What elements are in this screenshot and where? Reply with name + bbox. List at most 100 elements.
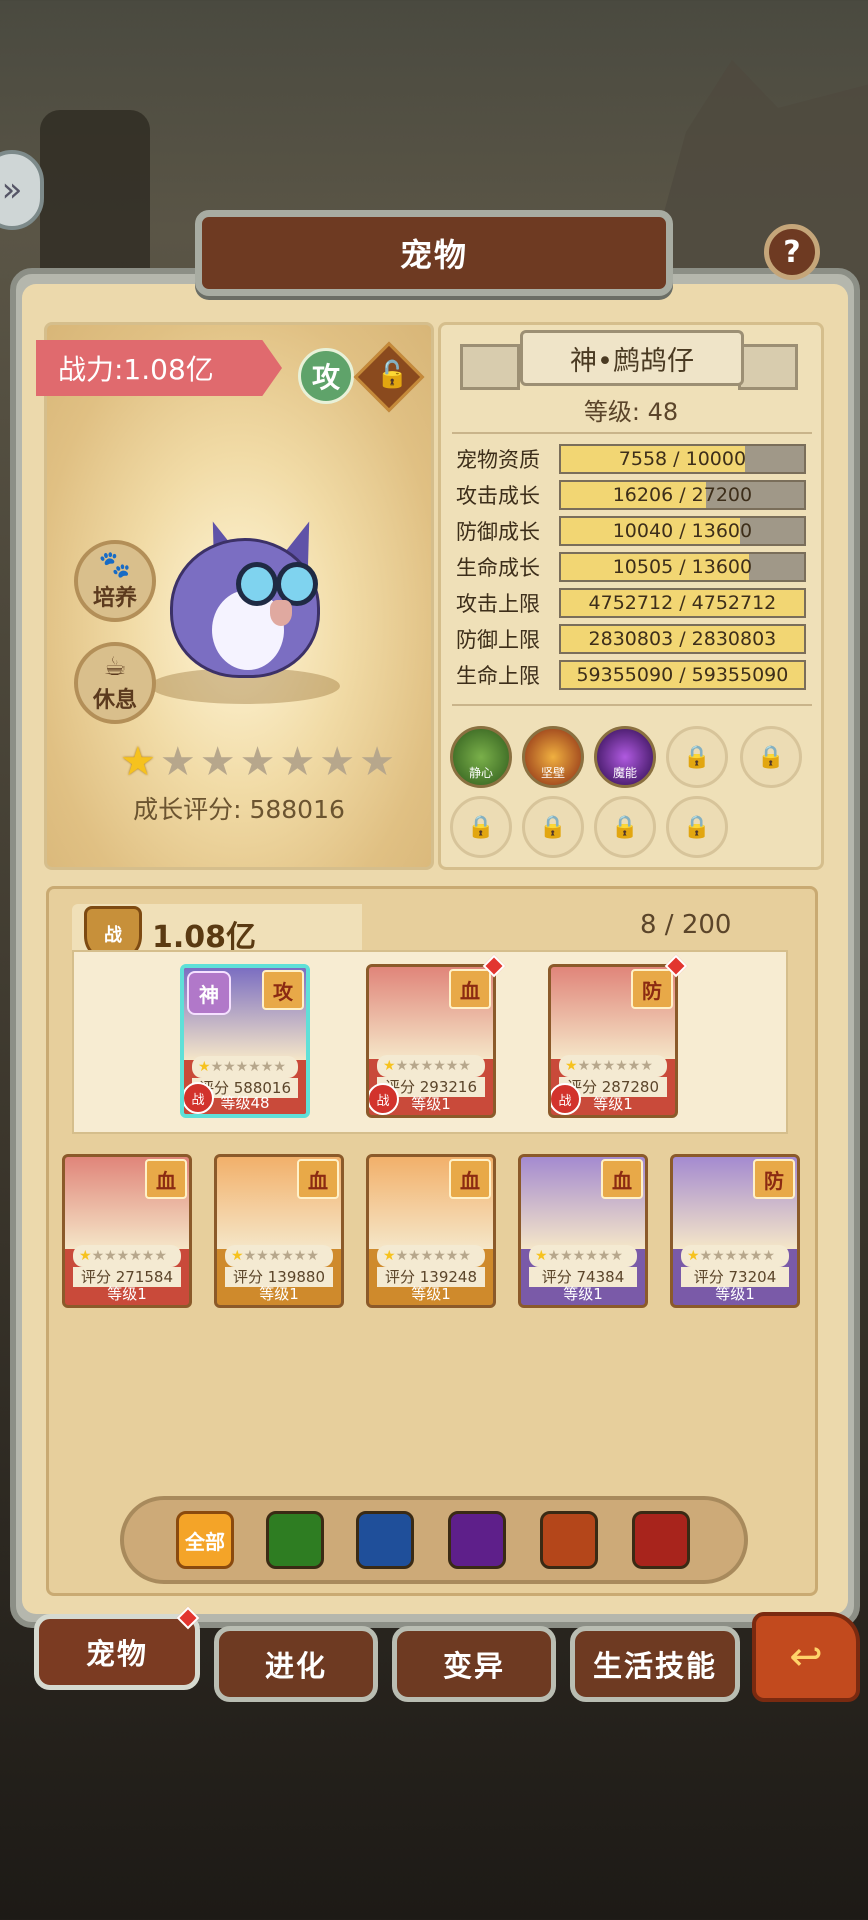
stat-row: 攻击成长 16206 / 27200 (456, 480, 806, 510)
background-mountain (640, 60, 868, 300)
locked-skill-slot[interactable]: 🔒 (740, 726, 802, 788)
pet-card[interactable]: 血 ★★★★★★★ 评分 74384 等级1 (518, 1154, 648, 1308)
stat-bar: 2830803 / 2830803 (558, 624, 806, 654)
locked-skill-slot[interactable]: 🔒 (666, 796, 728, 858)
divider (452, 704, 812, 706)
star-empty-icon: ★ (319, 739, 356, 785)
double-chevron-icon: » (1, 170, 23, 210)
filter-purple-gem[interactable] (448, 1511, 506, 1569)
card-stars: ★★★★★★★ (559, 1055, 667, 1077)
side-expand-button[interactable]: » (0, 150, 44, 230)
skill-icon[interactable]: 坚壁 (522, 726, 584, 788)
locked-skill-slot[interactable]: 🔒 (450, 796, 512, 858)
rest-button[interactable]: ☕ 休息 (74, 642, 156, 724)
back-button[interactable]: ↩ (752, 1612, 860, 1702)
locked-skill-slot[interactable]: 🔒 (594, 796, 656, 858)
stat-label: 防御成长 (456, 520, 540, 544)
stat-label: 宠物资质 (456, 448, 540, 472)
stat-bar: 59355090 / 59355090 (558, 660, 806, 690)
card-level: 等级1 (259, 1285, 299, 1303)
stat-bar: 16206 / 27200 (558, 480, 806, 510)
rest-label: 休息 (92, 688, 137, 713)
card-stars: ★★★★★★★ (681, 1245, 789, 1267)
pet-element-badge: 防 (753, 1159, 795, 1199)
pet-count: 8 / 200 (640, 910, 732, 940)
filter-red-gem[interactable] (632, 1511, 690, 1569)
lock-icon: 🔒 (611, 814, 639, 840)
skill-label: 魔能 (612, 766, 637, 780)
filter-all-button[interactable]: 全部 (176, 1511, 234, 1569)
skill-label: 静心 (468, 766, 493, 780)
pet-rank-badge: 神 (187, 971, 231, 1015)
stat-row: 防御上限 2830803 / 2830803 (456, 624, 806, 654)
star-empty-icon: ★ (359, 739, 396, 785)
stat-bar: 7558 / 10000 (558, 444, 806, 474)
tab-pet[interactable]: 宠物 (34, 1614, 200, 1690)
card-level: 等级1 (411, 1285, 451, 1303)
pet-element-badge: 血 (449, 969, 491, 1009)
stat-row: 防御成长 10040 / 13600 (456, 516, 806, 546)
stat-row: 生命成长 10505 / 13600 (456, 552, 806, 582)
stat-value: 16206 / 27200 (612, 484, 753, 506)
train-label: 培养 (92, 586, 137, 611)
stat-bar: 10505 / 13600 (558, 552, 806, 582)
pet-card[interactable]: 防 ★★★★★★★ 评分 287280 等级1 战 (548, 964, 678, 1118)
question-icon: ? (783, 234, 801, 270)
pet-card[interactable]: 血 ★★★★★★★ 评分 293216 等级1 战 (366, 964, 496, 1118)
pet-card[interactable]: 血 ★★★★★★★ 评分 139248 等级1 (366, 1154, 496, 1308)
card-stars: ★★★★★★★ (529, 1245, 637, 1267)
stat-value: 59355090 / 59355090 (576, 664, 789, 686)
filter-blue-gem[interactable] (356, 1511, 414, 1569)
star-filled-icon: ★ (565, 1058, 578, 1074)
stat-label: 生命成长 (456, 556, 540, 580)
star-filled-icon: ★ (198, 1059, 211, 1075)
skill-icon[interactable]: 魔能 (594, 726, 656, 788)
skill-icon[interactable]: 静心 (450, 726, 512, 788)
pet-card[interactable]: 血 ★★★★★★★ 评分 271584 等级1 (62, 1154, 192, 1308)
in-battle-icon: 战 (551, 1083, 581, 1115)
lock-icon: 🔒 (467, 814, 495, 840)
pet-beak (270, 600, 292, 626)
paw-icon: 🐾 (98, 550, 132, 580)
filter-green-gem[interactable] (266, 1511, 324, 1569)
locked-skill-slot[interactable]: 🔒 (522, 796, 584, 858)
star-filled-icon: ★ (79, 1248, 92, 1264)
stat-value: 7558 / 10000 (618, 448, 747, 470)
pet-card[interactable]: 防 ★★★★★★★ 评分 73204 等级1 (670, 1154, 800, 1308)
star-empty-icon: ★ (279, 739, 316, 785)
stat-label: 防御上限 (456, 628, 540, 652)
card-level: 等级1 (715, 1285, 755, 1303)
star-empty-icon: ★ (159, 739, 196, 785)
stat-row: 宠物资质 7558 / 10000 (456, 444, 806, 474)
cup-icon: ☕ (103, 652, 127, 682)
pet-level: 等级: 48 (583, 398, 679, 426)
lock-icon: 🔒 (757, 744, 785, 770)
star-filled-icon: ★ (383, 1058, 396, 1074)
pet-card[interactable]: 神攻 ★★★★★★★ 评分 588016 等级48 战 (180, 964, 310, 1118)
pet-element-badge: 血 (297, 1159, 339, 1199)
card-stars: ★★★★★★★ (377, 1245, 485, 1267)
unlock-icon: 🔓 (376, 360, 409, 390)
tab-life-skills[interactable]: 生活技能 (570, 1626, 740, 1702)
star-empty-icon: ★ (199, 739, 236, 785)
return-arrow-icon: ↩ (789, 1634, 823, 1680)
stat-label: 攻击上限 (456, 592, 540, 616)
star-filled-icon: ★ (687, 1248, 700, 1264)
ribbon-right (738, 344, 798, 390)
card-stars: ★★★★★★★ (192, 1056, 298, 1078)
filter-orange-gem[interactable] (540, 1511, 598, 1569)
help-button[interactable]: ? (764, 224, 820, 280)
stat-label: 攻击成长 (456, 484, 540, 508)
train-button[interactable]: 🐾 培养 (74, 540, 156, 622)
skill-label: 坚壁 (540, 766, 565, 780)
tab-mutate[interactable]: 变异 (392, 1626, 556, 1702)
stat-label: 生命上限 (456, 664, 540, 688)
pet-name: 神•鹧鸪仔 (520, 330, 744, 386)
stat-value: 2830803 / 2830803 (588, 628, 777, 650)
card-stars: ★★★★★★★ (73, 1245, 181, 1267)
stat-bar: 10040 / 13600 (558, 516, 806, 546)
pet-card[interactable]: 血 ★★★★★★★ 评分 139880 等级1 (214, 1154, 344, 1308)
pet-element-badge: 血 (145, 1159, 187, 1199)
tab-evolve[interactable]: 进化 (214, 1626, 378, 1702)
locked-skill-slot[interactable]: 🔒 (666, 726, 728, 788)
